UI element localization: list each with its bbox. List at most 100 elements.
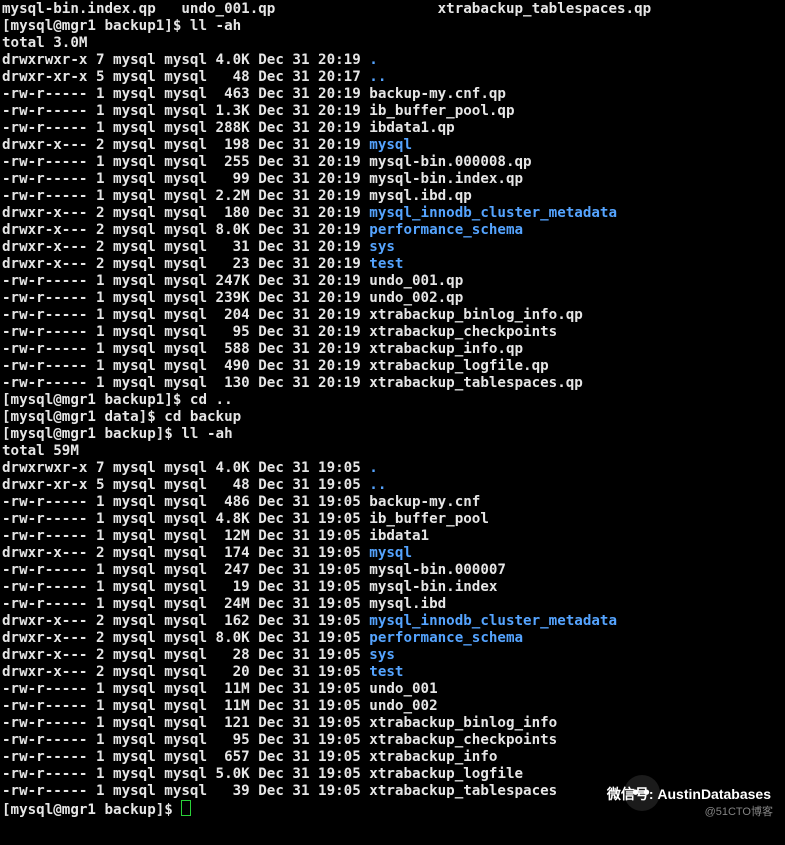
directory-name: performance_schema: [369, 222, 523, 238]
file-name: mysql-bin.index.qp: [369, 171, 523, 187]
shell-command: ll -ah: [190, 18, 241, 34]
shell-prompt: [mysql@mgr1 backup]$: [2, 802, 181, 818]
file-meta: drwxr-x--- 2 mysql mysql 31 Dec 31 20:19: [2, 239, 369, 255]
directory-name: test: [369, 256, 403, 272]
file-listing-row: -rw-r----- 1 mysql mysql 490 Dec 31 20:1…: [2, 358, 783, 375]
file-meta: -rw-r----- 1 mysql mysql 12M Dec 31 19:0…: [2, 528, 369, 544]
shell-command: cd backup: [164, 409, 241, 425]
file-listing-row: -rw-r----- 1 mysql mysql 24M Dec 31 19:0…: [2, 596, 783, 613]
directory-name: mysql_innodb_cluster_metadata: [369, 205, 617, 221]
directory-name: test: [369, 664, 403, 680]
file-name: undo_001: [369, 681, 437, 697]
shell-command: cd ..: [190, 392, 233, 408]
file-name: xtrabackup_info: [369, 749, 497, 765]
file-listing-row: drwxr-x--- 2 mysql mysql 28 Dec 31 19:05…: [2, 647, 783, 664]
file-listing-row: -rw-r----- 1 mysql mysql 121 Dec 31 19:0…: [2, 715, 783, 732]
file-name: xtrabackup_binlog_info: [369, 715, 557, 731]
file-meta: -rw-r----- 1 mysql mysql 657 Dec 31 19:0…: [2, 749, 369, 765]
file-listing-row: drwxr-xr-x 5 mysql mysql 48 Dec 31 19:05…: [2, 477, 783, 494]
file-name: ibdata1: [369, 528, 429, 544]
file-name: backup-my.cnf: [369, 494, 480, 510]
file-listing-row: drwxrwxr-x 7 mysql mysql 4.0K Dec 31 19:…: [2, 460, 783, 477]
file-name: xtrabackup_tablespaces.qp: [369, 375, 583, 391]
file-listing-row: -rw-r----- 1 mysql mysql 239K Dec 31 20:…: [2, 290, 783, 307]
file-meta: drwxr-x--- 2 mysql mysql 28 Dec 31 19:05: [2, 647, 369, 663]
file-listing-row: -rw-r----- 1 mysql mysql 204 Dec 31 20:1…: [2, 307, 783, 324]
file-listing-row: -rw-r----- 1 mysql mysql 588 Dec 31 20:1…: [2, 341, 783, 358]
terminal-output[interactable]: mysql-bin.index.qp undo_001.qp xtrabacku…: [0, 0, 785, 820]
file-name: ib_buffer_pool.qp: [369, 103, 514, 119]
file-listing-row: -rw-r----- 1 mysql mysql 2.2M Dec 31 20:…: [2, 188, 783, 205]
directory-name: sys: [369, 239, 395, 255]
file-listing-row: -rw-r----- 1 mysql mysql 247 Dec 31 19:0…: [2, 562, 783, 579]
file-meta: drwxr-x--- 2 mysql mysql 23 Dec 31 20:19: [2, 256, 369, 272]
file-meta: drwxr-x--- 2 mysql mysql 180 Dec 31 20:1…: [2, 205, 369, 221]
file-meta: drwxr-x--- 2 mysql mysql 162 Dec 31 19:0…: [2, 613, 369, 629]
file-name: xtrabackup_logfile.qp: [369, 358, 548, 374]
file-meta: -rw-r----- 1 mysql mysql 247K Dec 31 20:…: [2, 273, 369, 289]
file-name: ib_buffer_pool: [369, 511, 489, 527]
file-listing-row: drwxr-x--- 2 mysql mysql 198 Dec 31 20:1…: [2, 137, 783, 154]
file-meta: -rw-r----- 1 mysql mysql 1.3K Dec 31 20:…: [2, 103, 369, 119]
file-listing-row: drwxr-xr-x 5 mysql mysql 48 Dec 31 20:17…: [2, 69, 783, 86]
file-listing-row: -rw-r----- 1 mysql mysql 99 Dec 31 20:19…: [2, 171, 783, 188]
file-listing-row: -rw-r----- 1 mysql mysql 95 Dec 31 20:19…: [2, 324, 783, 341]
terminal-cursor-icon: [181, 800, 191, 816]
directory-name: .: [369, 460, 378, 476]
file-meta: -rw-r----- 1 mysql mysql 39 Dec 31 19:05: [2, 783, 369, 799]
file-meta: -rw-r----- 1 mysql mysql 486 Dec 31 19:0…: [2, 494, 369, 510]
file-meta: -rw-r----- 1 mysql mysql 24M Dec 31 19:0…: [2, 596, 369, 612]
file-listing-row: drwxr-x--- 2 mysql mysql 23 Dec 31 20:19…: [2, 256, 783, 273]
file-listing-row: drwxr-x--- 2 mysql mysql 162 Dec 31 19:0…: [2, 613, 783, 630]
file-listing-row: -rw-r----- 1 mysql mysql 11M Dec 31 19:0…: [2, 681, 783, 698]
file-name: ibdata1.qp: [369, 120, 454, 136]
directory-name: ..: [369, 477, 386, 493]
shell-prompt: [mysql@mgr1 backup1]$: [2, 18, 190, 34]
shell-command: ll -ah: [181, 426, 232, 442]
file-listing-row: -rw-r----- 1 mysql mysql 657 Dec 31 19:0…: [2, 749, 783, 766]
file-listing-row: -rw-r----- 1 mysql mysql 12M Dec 31 19:0…: [2, 528, 783, 545]
file-meta: drwxr-x--- 2 mysql mysql 20 Dec 31 19:05: [2, 664, 369, 680]
file-meta: drwxr-xr-x 5 mysql mysql 48 Dec 31 20:17: [2, 69, 369, 85]
watermark-source: @51CTO博客: [705, 804, 773, 821]
file-meta: -rw-r----- 1 mysql mysql 588 Dec 31 20:1…: [2, 341, 369, 357]
prompt-line: [mysql@mgr1 backup1]$ ll -ah: [2, 18, 783, 35]
file-listing-row: -rw-r----- 1 mysql mysql 5.0K Dec 31 19:…: [2, 766, 783, 783]
file-meta: -rw-r----- 1 mysql mysql 4.8K Dec 31 19:…: [2, 511, 369, 527]
file-listing-row: -rw-r----- 1 mysql mysql 486 Dec 31 19:0…: [2, 494, 783, 511]
file-name: undo_002.qp: [369, 290, 463, 306]
file-name: xtrabackup_binlog_info.qp: [369, 307, 583, 323]
output-line: mysql-bin.index.qp undo_001.qp xtrabacku…: [2, 1, 783, 18]
file-meta: drwxrwxr-x 7 mysql mysql 4.0K Dec 31 19:…: [2, 460, 369, 476]
file-listing-row: -rw-r----- 1 mysql mysql 255 Dec 31 20:1…: [2, 154, 783, 171]
directory-name: mysql_innodb_cluster_metadata: [369, 613, 617, 629]
file-meta: -rw-r----- 1 mysql mysql 463 Dec 31 20:1…: [2, 86, 369, 102]
file-listing-row: drwxr-x--- 2 mysql mysql 20 Dec 31 19:05…: [2, 664, 783, 681]
directory-name: mysql: [369, 137, 412, 153]
file-meta: -rw-r----- 1 mysql mysql 130 Dec 31 20:1…: [2, 375, 369, 391]
file-name: mysql.ibd: [369, 596, 446, 612]
file-name: undo_001.qp: [369, 273, 463, 289]
prompt-line: [mysql@mgr1 backup]$ ll -ah: [2, 426, 783, 443]
file-listing-row: drwxrwxr-x 7 mysql mysql 4.0K Dec 31 20:…: [2, 52, 783, 69]
prompt-line: [mysql@mgr1 backup1]$ cd ..: [2, 392, 783, 409]
file-listing-row: -rw-r----- 1 mysql mysql 11M Dec 31 19:0…: [2, 698, 783, 715]
file-meta: -rw-r----- 1 mysql mysql 11M Dec 31 19:0…: [2, 681, 369, 697]
file-name: xtrabackup_checkpoints: [369, 324, 557, 340]
file-name: xtrabackup_info.qp: [369, 341, 523, 357]
shell-prompt: [mysql@mgr1 data]$: [2, 409, 164, 425]
file-name: undo_002: [369, 698, 437, 714]
file-meta: drwxrwxr-x 7 mysql mysql 4.0K Dec 31 20:…: [2, 52, 369, 68]
shell-prompt: [mysql@mgr1 backup]$: [2, 426, 181, 442]
directory-name: .: [369, 52, 378, 68]
file-listing-row: -rw-r----- 1 mysql mysql 130 Dec 31 20:1…: [2, 375, 783, 392]
file-name: backup-my.cnf.qp: [369, 86, 506, 102]
file-listing-row: -rw-r----- 1 mysql mysql 19 Dec 31 19:05…: [2, 579, 783, 596]
output-line: total 59M: [2, 443, 783, 460]
directory-name: sys: [369, 647, 395, 663]
watermark-wechat: 微信号: AustinDatabases: [607, 786, 771, 803]
directory-name: performance_schema: [369, 630, 523, 646]
file-meta: -rw-r----- 1 mysql mysql 99 Dec 31 20:19: [2, 171, 369, 187]
shell-prompt: [mysql@mgr1 backup1]$: [2, 392, 190, 408]
file-meta: -rw-r----- 1 mysql mysql 5.0K Dec 31 19:…: [2, 766, 369, 782]
